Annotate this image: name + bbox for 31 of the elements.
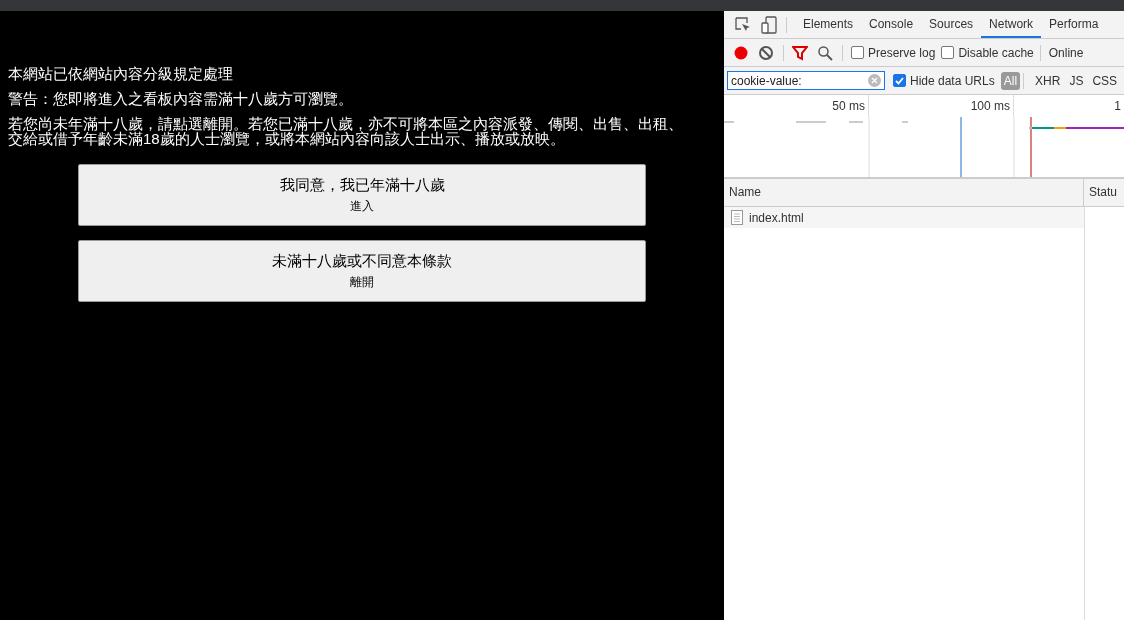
devtools-tab[interactable]: Console bbox=[861, 11, 922, 38]
devtools-tab[interactable]: Elements bbox=[795, 11, 862, 38]
hide-data-urls-checkbox[interactable]: Hide data URLs bbox=[893, 73, 995, 88]
record-icon[interactable] bbox=[733, 44, 749, 61]
throttling-dropdown[interactable]: Online bbox=[1048, 45, 1084, 60]
clear-icon[interactable] bbox=[758, 44, 774, 61]
device-toggle-icon[interactable] bbox=[761, 15, 777, 34]
choice-button[interactable]: 我同意，我已年滿十八歲 進入 bbox=[78, 164, 646, 226]
column-header[interactable]: Name bbox=[724, 179, 1084, 206]
notice-text: 本網站已依網站內容分級規定處理 bbox=[8, 66, 234, 81]
clear-field-icon[interactable] bbox=[868, 74, 881, 87]
filter-field[interactable]: cookie-value: bbox=[727, 71, 885, 90]
devtools-tab[interactable]: Performa bbox=[1041, 11, 1107, 38]
timeline-tick-label: 1 bbox=[1113, 98, 1122, 115]
disable-cache-checkbox[interactable]: Disable cache bbox=[941, 45, 1034, 60]
type-filter-button[interactable]: JS bbox=[1066, 71, 1087, 90]
type-filter-button[interactable]: CSS bbox=[1089, 71, 1121, 90]
type-filter-button[interactable]: XHR bbox=[1032, 71, 1064, 90]
timeline-tick-label: 50 ms bbox=[724, 95, 869, 117]
notice-text: 警告：您即將進入之看板內容需滿十八歲方可瀏覽。 bbox=[8, 91, 354, 106]
document-icon bbox=[731, 210, 743, 225]
timeline-tick-label: 100 ms bbox=[869, 95, 1014, 117]
checkmark-icon bbox=[894, 75, 905, 86]
column-header[interactable]: Statu bbox=[1084, 179, 1124, 206]
choice-button[interactable]: 未滿十八歲或不同意本條款 離開 bbox=[78, 240, 646, 302]
notice-text: 若您尚未年滿十八歲，請點選離開。若您已滿十八歲，亦不可將本區之內容派發、傳閱、出售、出租、交給或借予年齡未滿18歲的人士瀏覽，或將本網站內容向該人士出示、播放或放映。 bbox=[8, 116, 684, 146]
request-row[interactable]: index.html bbox=[724, 207, 1084, 228]
search-icon[interactable] bbox=[817, 44, 833, 61]
preserve-log-checkbox[interactable]: Preserve log bbox=[851, 45, 936, 60]
devtools-tab[interactable]: Sources bbox=[921, 11, 982, 38]
filter-icon[interactable] bbox=[792, 44, 808, 61]
